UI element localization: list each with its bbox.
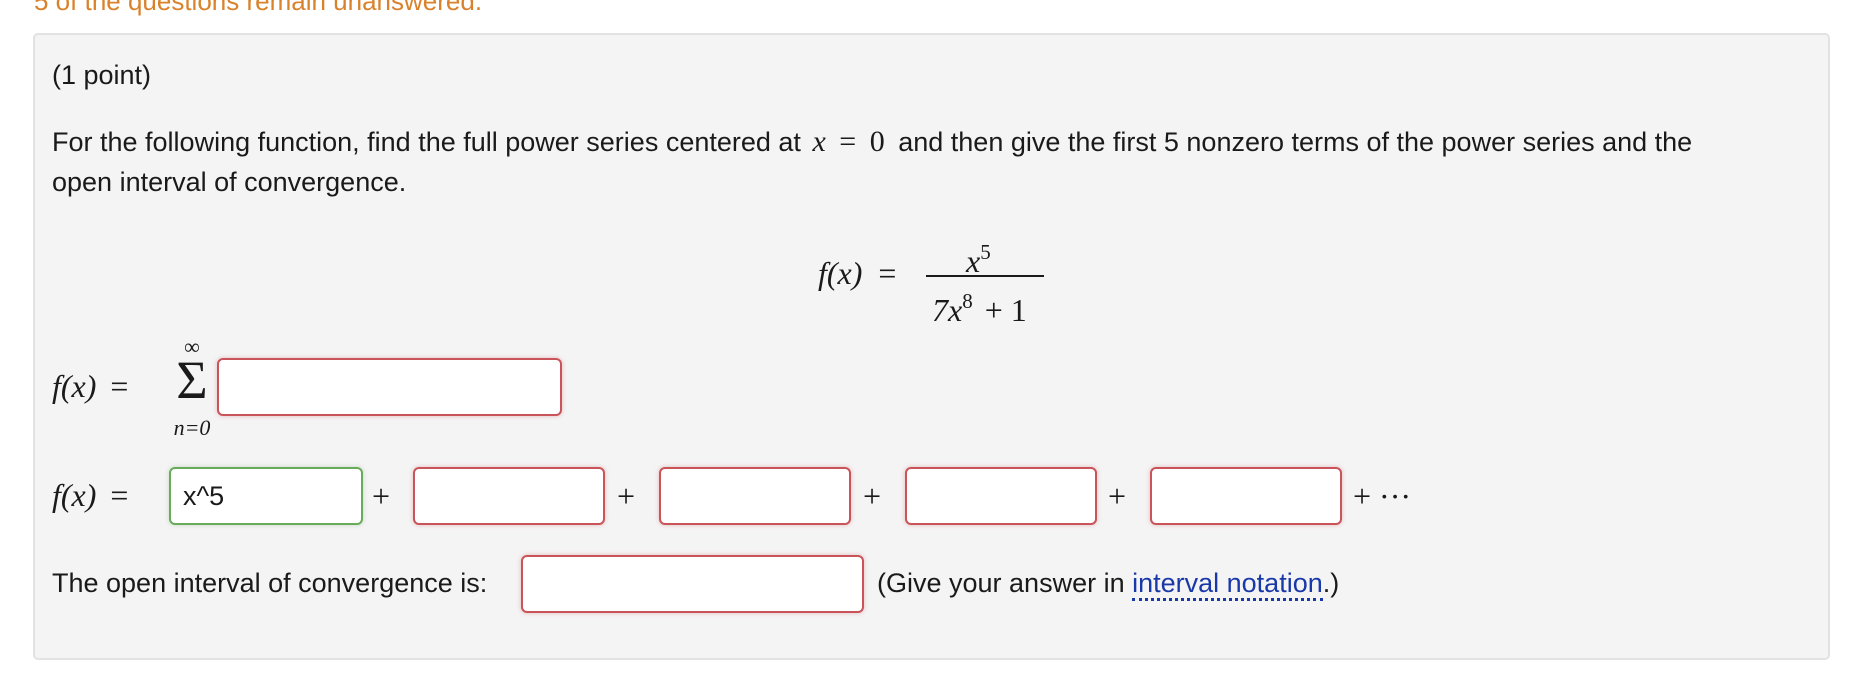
- instructions-text-2: and then give the first 5 nonzero terms …: [898, 127, 1693, 157]
- numerator-base: x: [966, 243, 981, 279]
- interval-hint: (Give your answer in interval notation.): [877, 563, 1339, 603]
- terms-lhs-text: f(x): [52, 477, 97, 513]
- instructions-line-2: open interval of convergence.: [52, 167, 407, 197]
- term-4-input[interactable]: [905, 467, 1097, 525]
- fraction-numerator: x5: [966, 235, 991, 278]
- interval-notation-link[interactable]: interval notation: [1132, 568, 1323, 601]
- plus-4: +: [1108, 478, 1127, 514]
- plus-1: +: [372, 478, 391, 514]
- term-1-input[interactable]: [169, 467, 363, 525]
- interval-hint-before: (Give your answer in: [877, 568, 1125, 598]
- center-var: x: [812, 125, 826, 158]
- interval-hint-after: .): [1322, 568, 1340, 598]
- series-lhs-text: f(x): [52, 368, 97, 404]
- plus-2: +: [617, 478, 636, 514]
- center-eq: =: [839, 125, 857, 158]
- plus-3: +: [863, 478, 882, 514]
- interval-input[interactable]: [521, 555, 864, 613]
- terms-lhs: f(x) =: [52, 475, 128, 515]
- sum-lower-limit: n=0: [173, 415, 211, 440]
- instructions-line-1: For the following function, find the ful…: [52, 122, 1692, 162]
- function-equals: =: [878, 255, 897, 291]
- term-2-input[interactable]: [413, 467, 605, 525]
- fraction-bar: [926, 275, 1044, 277]
- points-label: (1 point): [52, 60, 152, 90]
- fraction-denominator: 7x8 + 1: [932, 281, 1027, 330]
- numerator-exp: 5: [980, 240, 991, 264]
- series-equals: =: [110, 368, 129, 404]
- denominator-exp: 8: [962, 289, 973, 313]
- interval-label: The open interval of convergence is:: [52, 568, 488, 598]
- terms-equals: =: [110, 477, 129, 513]
- series-continuation: + ···: [1353, 478, 1412, 514]
- denominator-rest: + 1: [984, 292, 1027, 328]
- unanswered-warning: 5 of the questions remain unanswered.: [34, 0, 483, 16]
- term-5-input[interactable]: [1150, 467, 1342, 525]
- denominator-coef: 7x: [932, 292, 963, 328]
- power-series-input[interactable]: [217, 358, 562, 416]
- term-3-input[interactable]: [659, 467, 851, 525]
- function-lhs-text: f(x): [818, 255, 863, 291]
- instructions-text-1: For the following function, find the ful…: [52, 127, 801, 157]
- series-lhs: f(x) =: [52, 366, 128, 406]
- sigma-symbol: Σ: [176, 350, 208, 410]
- center-val: 0: [869, 125, 885, 158]
- problem-box: (1 point) For the following function, fi…: [33, 33, 1830, 660]
- function-lhs: f(x) =: [818, 253, 896, 293]
